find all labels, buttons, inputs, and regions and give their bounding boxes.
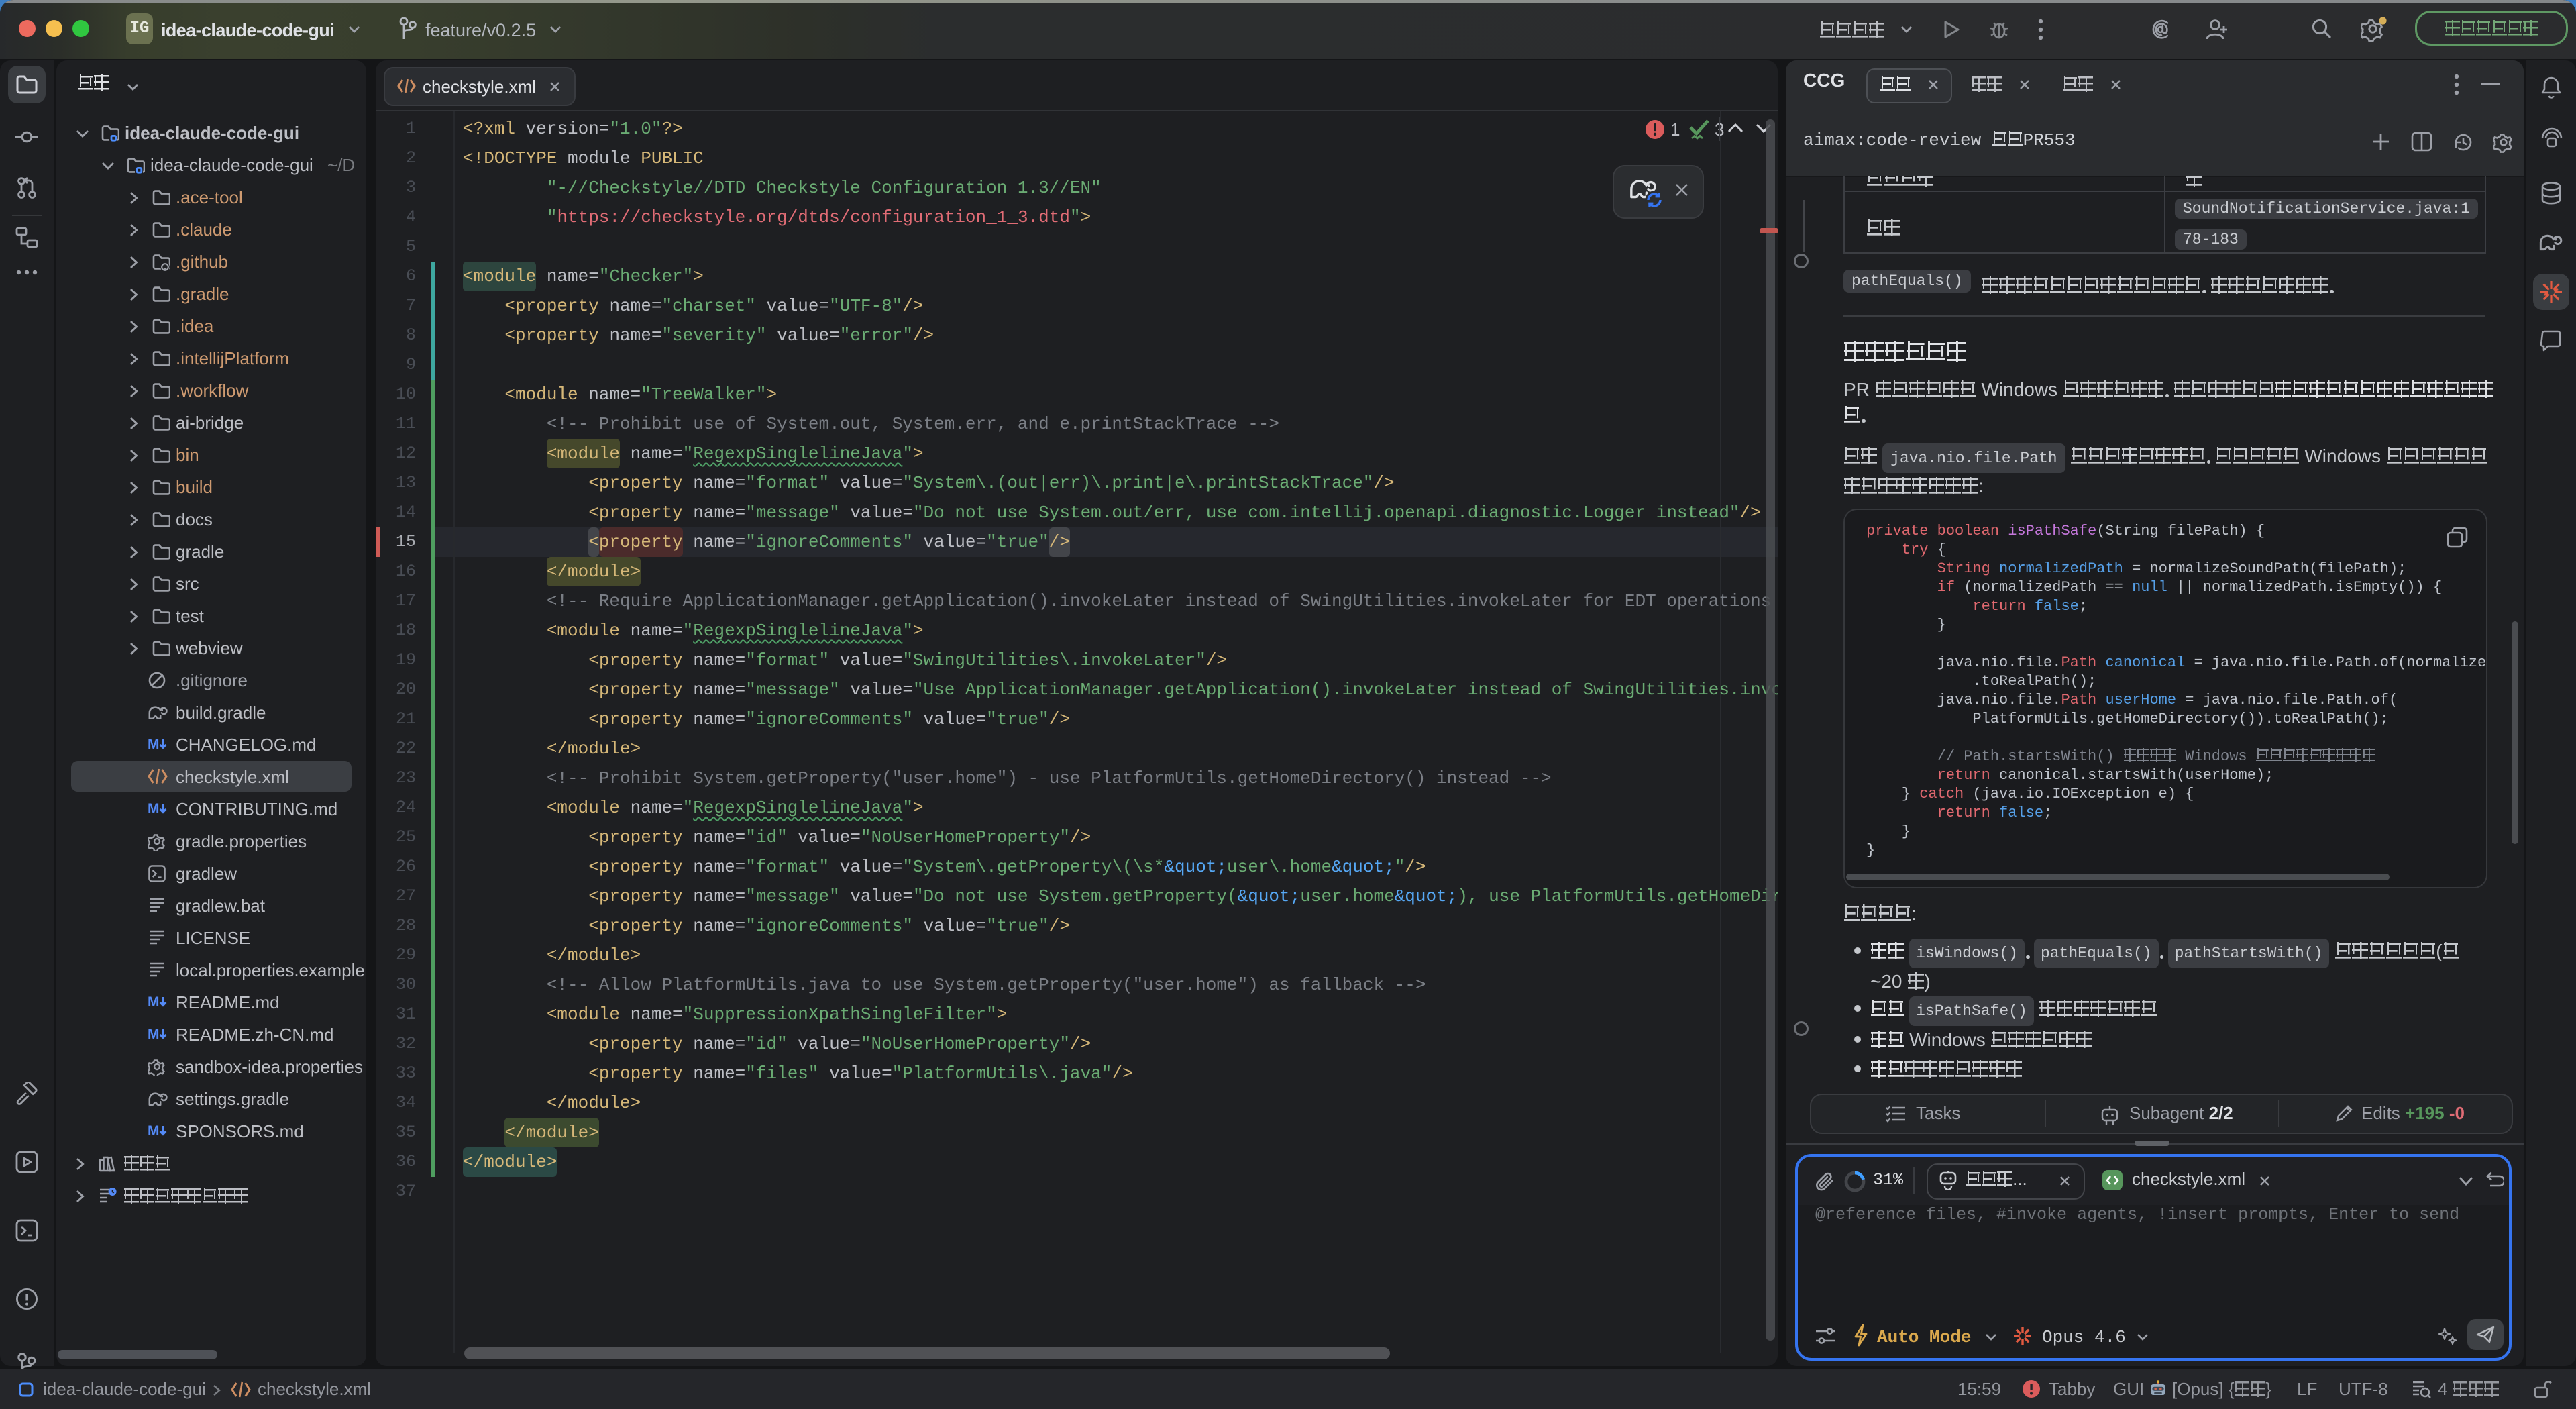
svg-text:M: M xyxy=(148,1123,160,1139)
svg-text:M: M xyxy=(148,737,160,752)
svg-text:M: M xyxy=(148,994,160,1010)
svg-text:M: M xyxy=(148,1027,160,1042)
svg-text:M: M xyxy=(148,801,160,817)
